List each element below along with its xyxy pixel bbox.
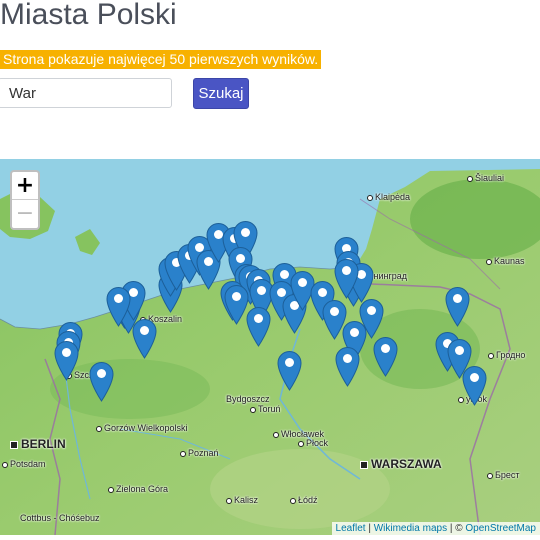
results-limit-notice: Strona pokazuje najwięcej 50 pierwszych … bbox=[0, 50, 322, 69]
attribution-separator: | © bbox=[447, 523, 466, 534]
map-marker-pin-icon[interactable] bbox=[334, 258, 359, 299]
city-label-kaunas: Kaunas bbox=[486, 256, 525, 266]
map-marker-pin-icon[interactable] bbox=[54, 340, 79, 381]
map-marker-pin-icon[interactable] bbox=[277, 350, 302, 391]
city-label-torun: Toruń bbox=[250, 404, 281, 414]
map-marker-pin-icon[interactable] bbox=[106, 286, 131, 327]
map-marker-pin-icon[interactable] bbox=[373, 336, 398, 377]
city-label-siauliai: Šiauliai bbox=[467, 173, 504, 183]
map-marker-pin-icon[interactable] bbox=[89, 361, 114, 402]
map[interactable]: Klaipėda Šiauliai Kaunas Калининград Kos… bbox=[0, 159, 540, 535]
city-label-plock: Płock bbox=[298, 438, 328, 448]
zoom-control: + − bbox=[10, 170, 40, 230]
city-label-grodno: Гродно bbox=[488, 350, 525, 360]
zoom-in-button[interactable]: + bbox=[12, 172, 38, 200]
city-label-zielona-gora: Zielona Góra bbox=[108, 484, 168, 494]
attribution-separator: | bbox=[365, 523, 374, 534]
city-label-gorzow: Gorzów Wielkopolski bbox=[96, 423, 188, 433]
map-marker-pin-icon[interactable] bbox=[246, 306, 271, 347]
city-label-cottbus: Cottbus - Chóśebuz bbox=[20, 513, 100, 523]
search-input[interactable] bbox=[0, 78, 172, 108]
leaflet-link[interactable]: Leaflet bbox=[336, 523, 366, 534]
map-marker-pin-icon[interactable] bbox=[132, 318, 157, 359]
city-label-kalisz: Kalisz bbox=[226, 495, 258, 505]
city-label-klaipeda: Klaipėda bbox=[367, 192, 410, 202]
city-label-potsdam: Potsdam bbox=[2, 459, 46, 469]
city-label-bydgoszcz: Bydgoszcz bbox=[226, 394, 270, 404]
zoom-out-button[interactable]: − bbox=[12, 200, 38, 227]
city-label-warszawa: WARSZAWA bbox=[360, 457, 442, 471]
search-button[interactable]: Szukaj bbox=[193, 78, 249, 109]
map-marker-pin-icon[interactable] bbox=[445, 286, 470, 327]
map-marker-pin-icon[interactable] bbox=[462, 365, 487, 406]
city-label-lodz: Łódź bbox=[290, 495, 318, 505]
city-label-berlin: BERLIN bbox=[10, 437, 66, 451]
city-label-poznan: Poznań bbox=[180, 448, 219, 458]
map-marker-pin-icon[interactable] bbox=[335, 346, 360, 387]
wikimedia-link[interactable]: Wikimedia maps bbox=[374, 523, 447, 534]
osm-link[interactable]: OpenStreetMap bbox=[465, 523, 536, 534]
city-label-brest: Брест bbox=[487, 470, 520, 480]
map-attribution: Leaflet | Wikimedia maps | © OpenStreetM… bbox=[331, 522, 540, 535]
page-title: Miasta Polski bbox=[0, 0, 177, 31]
